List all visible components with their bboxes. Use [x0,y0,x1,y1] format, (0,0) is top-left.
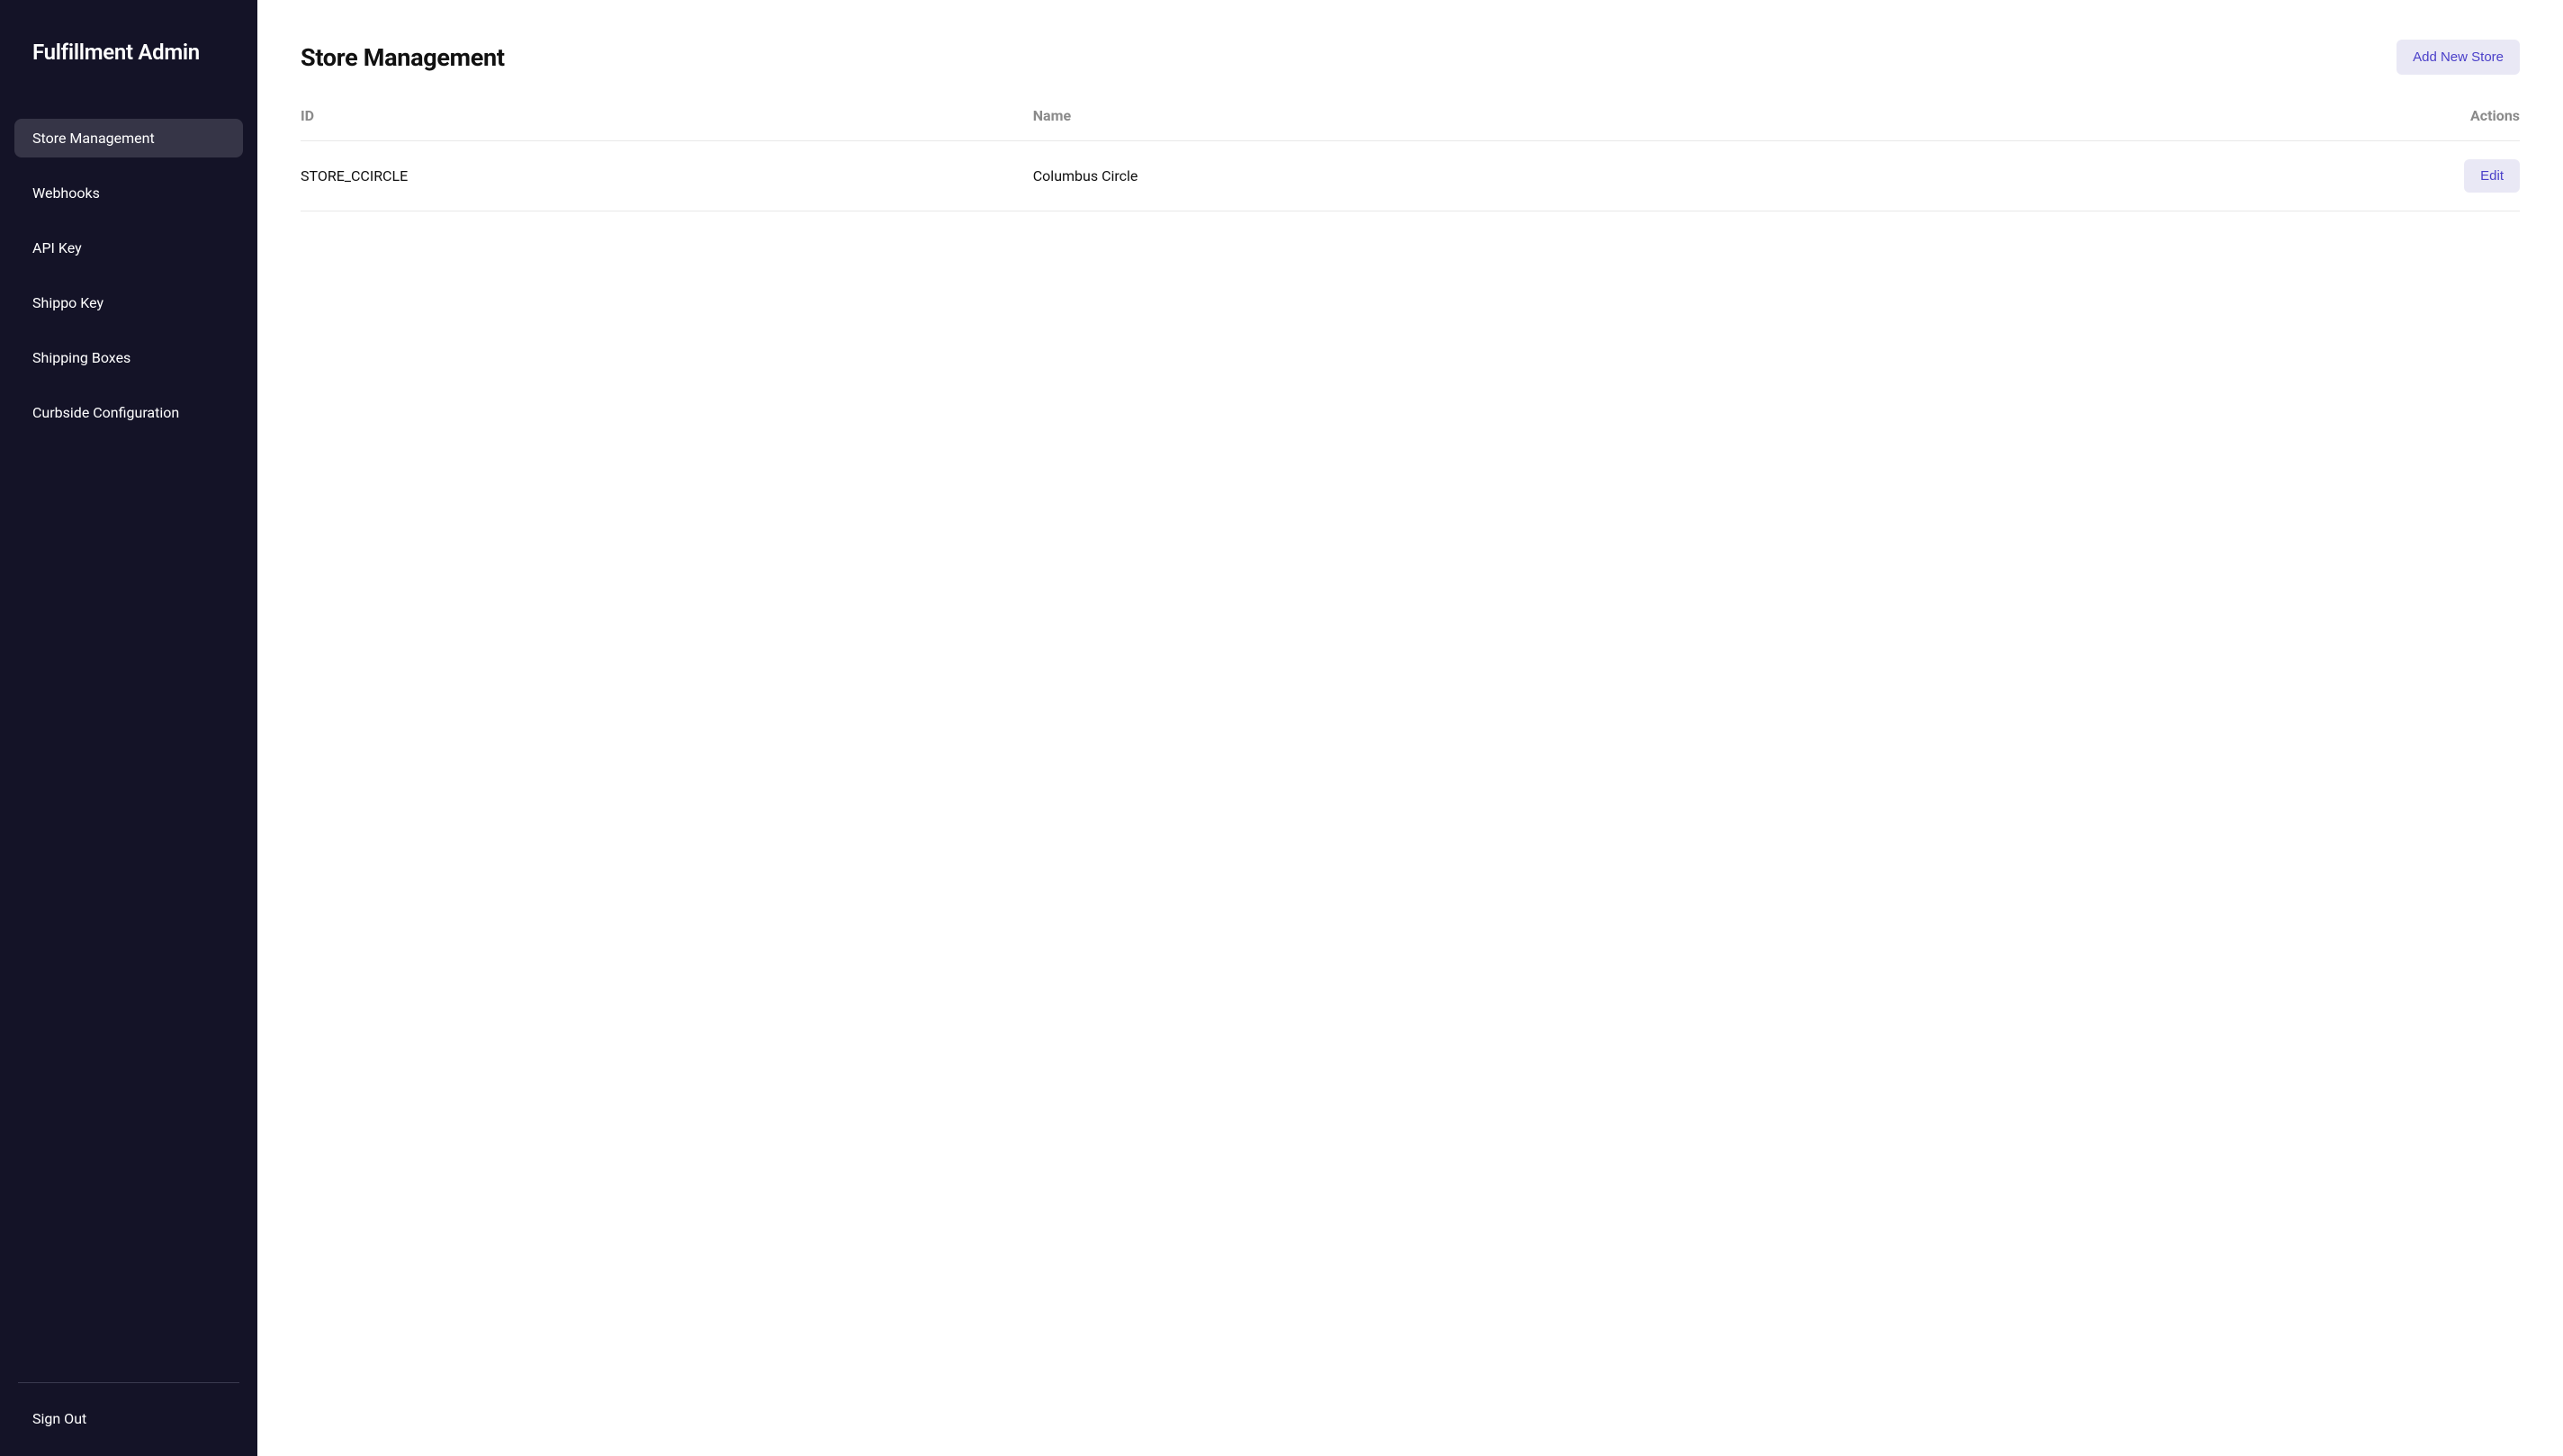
table-cell-actions: Edit [2076,141,2520,211]
app-title: Fulfillment Admin [32,40,225,65]
sidebar-footer: Sign Out [0,1382,257,1456]
sidebar-item-api-key[interactable]: API Key [14,229,243,267]
table-cell-name: Columbus Circle [1033,141,2076,211]
sidebar-item-store-management[interactable]: Store Management [14,119,243,157]
sidebar-item-shippo-key[interactable]: Shippo Key [14,283,243,322]
page-title: Store Management [301,43,505,72]
sidebar: Fulfillment Admin Store Management Webho… [0,0,257,1456]
table-header-name: Name [1033,107,2076,141]
table-header-row: ID Name Actions [301,107,2520,141]
edit-store-button[interactable]: Edit [2464,159,2520,193]
main-content: Store Management Add New Store ID Name A… [257,0,2563,1456]
sidebar-item-curbside-configuration[interactable]: Curbside Configuration [14,393,243,432]
sidebar-header: Fulfillment Admin [0,0,257,119]
main-header: Store Management Add New Store [301,40,2520,75]
table-header-id: ID [301,107,1033,141]
table-row: STORE_CCIRCLE Columbus Circle Edit [301,141,2520,211]
add-new-store-button[interactable]: Add New Store [2397,40,2520,75]
sidebar-divider [18,1382,239,1383]
sign-out-button[interactable]: Sign Out [18,1399,239,1438]
stores-table: ID Name Actions STORE_CCIRCLE Columbus C… [301,107,2520,211]
table-cell-id: STORE_CCIRCLE [301,141,1033,211]
sidebar-item-webhooks[interactable]: Webhooks [14,174,243,212]
sidebar-item-shipping-boxes[interactable]: Shipping Boxes [14,338,243,377]
table-header-actions: Actions [2076,107,2520,141]
sidebar-nav: Store Management Webhooks API Key Shippo… [0,119,257,1382]
